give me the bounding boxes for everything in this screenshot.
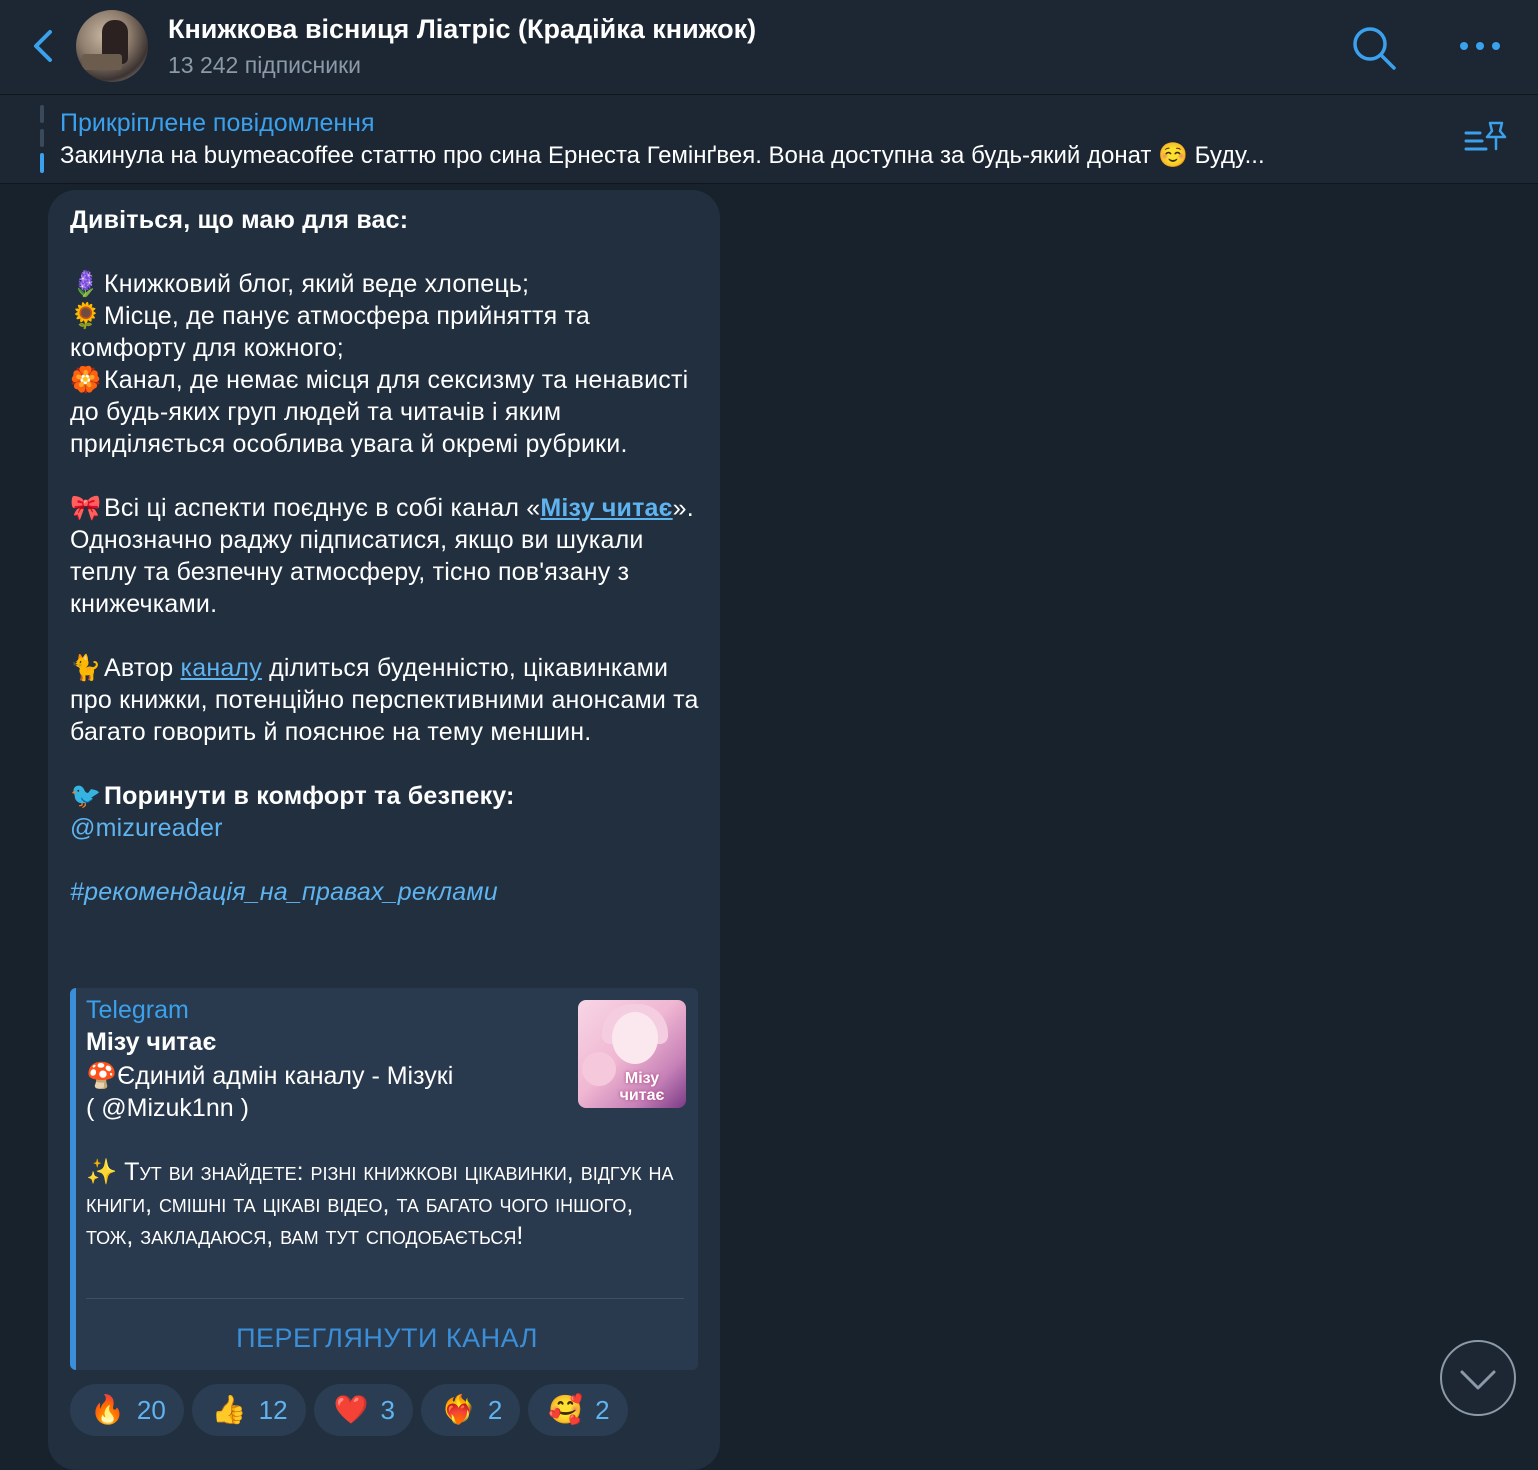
more-dots-icon	[1460, 42, 1500, 50]
search-button[interactable]	[1348, 22, 1400, 74]
preview-line: ( @Mizuk1nn )	[86, 1094, 249, 1122]
reaction-smiling-hearts[interactable]: 🥰 2	[528, 1384, 628, 1436]
link-preview[interactable]: Telegram Мізу читає 🍄Єдиний адмін каналу…	[70, 988, 698, 1370]
back-button[interactable]	[26, 26, 62, 66]
heart-on-fire-emoji-icon: ❤️‍🔥	[440, 1394, 476, 1425]
reaction-heart-on-fire[interactable]: ❤️‍🔥 2	[420, 1384, 521, 1436]
fire-emoji-icon: 🔥	[90, 1394, 125, 1425]
preview-divider	[86, 1298, 684, 1299]
pinned-title: Прикріплене повідомлення	[60, 109, 375, 137]
reaction-count: 20	[136, 1395, 166, 1425]
thumbs-up-emoji-icon: 👍	[211, 1394, 247, 1425]
subscriber-count: 13 242 підписники	[168, 52, 361, 78]
mushroom-emoji-icon: 🍄	[86, 1062, 118, 1090]
reaction-fire[interactable]: 🔥 20	[70, 1384, 184, 1436]
reaction-thumbs-up[interactable]: 👍 12	[191, 1384, 306, 1436]
smiling-hearts-emoji-icon: 🥰	[548, 1394, 584, 1425]
chat-header: Книжкова вісниця Ліатріс (Крадійка книжо…	[0, 0, 1538, 95]
reaction-count: 2	[595, 1395, 610, 1425]
hyacinth-emoji-icon: 🪻	[70, 270, 102, 298]
pinned-list-button[interactable]	[1462, 119, 1508, 159]
chevron-left-icon	[34, 30, 52, 62]
message-bubble[interactable]: Дивіться, що маю для вас: 🪻 Книжковий бло…	[48, 190, 720, 1470]
avatar-books	[82, 54, 122, 70]
channel-title[interactable]: Книжкова вісниця Ліатріс (Крадійка книжо…	[168, 14, 756, 45]
preview-line: Єдиний адмін каналу - Мізукі	[117, 1062, 454, 1090]
flower-emoji-icon: 🏵️	[70, 366, 102, 394]
scroll-down-button[interactable]	[1440, 1340, 1516, 1416]
sunflower-emoji-icon: 🌻	[70, 302, 102, 330]
thumbnail-label: Мізу читає	[619, 1070, 665, 1104]
pinned-text: Закинула на buymeacoffee статтю про сина…	[60, 142, 1265, 169]
hashtag-link[interactable]: #рекомендація_на_правах_реклами	[70, 878, 498, 906]
preview-site-name: Telegram	[86, 996, 189, 1024]
cat-emoji-icon: 🐈	[70, 654, 102, 682]
bird-emoji-icon: 🐦	[70, 782, 102, 810]
paragraph-text: Автор	[104, 654, 181, 682]
paragraph-text: Всі ці аспекти поєднує в собі канал «	[104, 494, 541, 522]
reaction-count: 12	[258, 1395, 288, 1425]
list-item: Місце, де панує атмосфера прийняття та к…	[70, 302, 590, 362]
reactions-row: 🔥 20 👍 12 ❤️ 3 ❤️‍🔥 2 🥰 2	[70, 1384, 636, 1436]
list-item: Книжковий блог, який веде хлопець;	[104, 270, 530, 298]
pinned-message-bar[interactable]: Прикріплене повідомлення Закинула на buy…	[0, 95, 1538, 184]
sparkles-emoji-icon: ✨	[86, 1158, 118, 1186]
list-item: Канал, де немає місця для сексизму та не…	[70, 366, 689, 458]
preview-title: Мізу читає	[86, 1028, 217, 1056]
channel-avatar[interactable]	[76, 10, 148, 82]
pinned-indicator	[40, 105, 44, 173]
message-text: Дивіться, що маю для вас: 🪻 Книжковий бло…	[70, 204, 706, 940]
view-channel-button[interactable]: ПЕРЕГЛЯНУТИ КАНАЛ	[76, 1310, 698, 1366]
channel-link-kanalu[interactable]: каналу	[181, 654, 262, 682]
search-icon	[1353, 27, 1396, 70]
ribbon-emoji-icon: 🎀	[70, 494, 102, 522]
reaction-count: 2	[487, 1395, 503, 1425]
cta-text: Поринути в комфорт та безпеку:	[104, 782, 515, 810]
reaction-count: 3	[380, 1395, 395, 1425]
channel-link-mizu[interactable]: Мізу читає	[540, 494, 672, 522]
more-button[interactable]	[1456, 30, 1504, 62]
heart-emoji-icon: ❤️	[333, 1394, 369, 1425]
mention-link[interactable]: @mizureader	[70, 814, 223, 842]
reaction-heart[interactable]: ❤️ 3	[313, 1384, 413, 1436]
preview-thumbnail: Мізу читає	[578, 1000, 686, 1108]
chevron-down-icon	[1460, 1370, 1496, 1390]
pin-list-icon	[1464, 121, 1507, 151]
message-heading: Дивіться, що маю для вас:	[70, 206, 409, 234]
preview-line: Тут ви знайдете: різні книжкові цікавинк…	[86, 1158, 674, 1250]
